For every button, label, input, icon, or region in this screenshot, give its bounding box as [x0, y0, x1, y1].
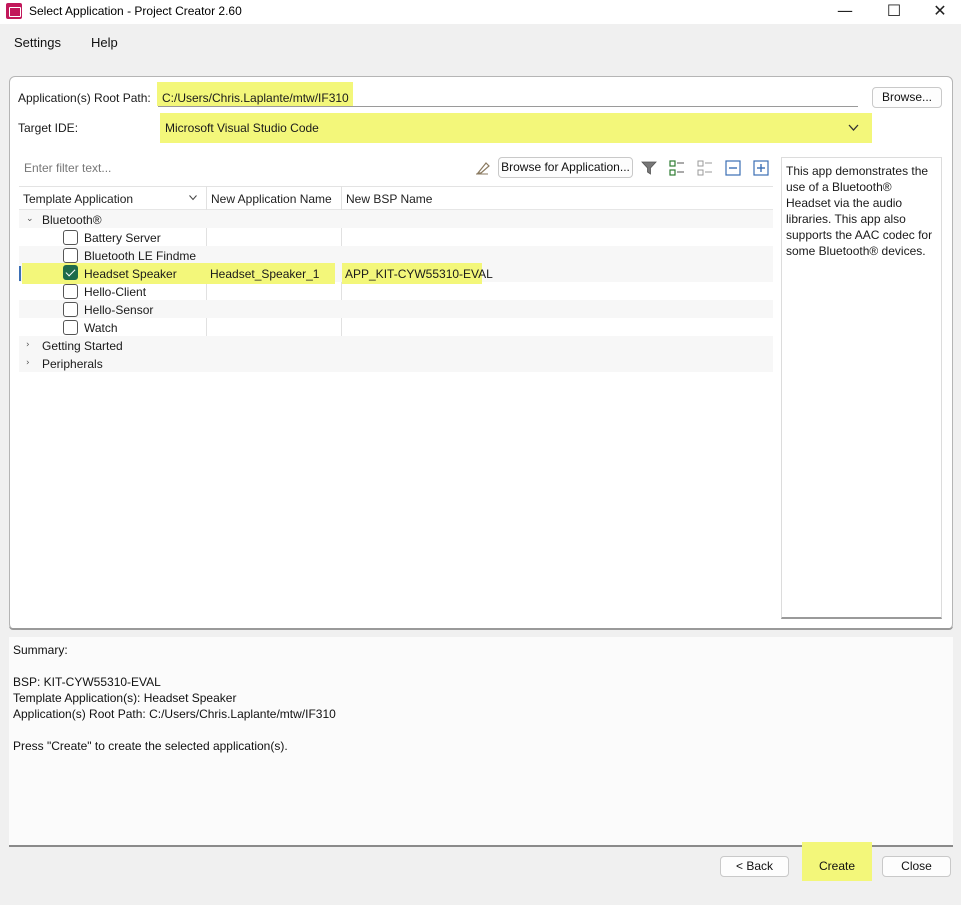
menu-help[interactable]: Help: [91, 35, 118, 50]
minimize-icon[interactable]: —: [822, 0, 868, 24]
row-bg: [19, 336, 773, 354]
browse-button[interactable]: Browse...: [872, 87, 942, 108]
window-edge: [961, 0, 965, 905]
item-hello-sensor[interactable]: Hello-Sensor: [84, 303, 153, 317]
select-all-icon[interactable]: [667, 158, 687, 178]
checkbox-bluetooth-le-findme[interactable]: [63, 248, 78, 263]
close-button[interactable]: Close: [882, 856, 951, 877]
target-ide-label: Target IDE:: [18, 121, 79, 135]
row-bg: [19, 354, 773, 372]
item-bluetooth-le-findme[interactable]: Bluetooth LE Findme: [84, 249, 196, 263]
root-path-underline: [158, 106, 858, 107]
window-title: Select Application - Project Creator 2.6…: [29, 4, 242, 18]
deselect-all-icon[interactable]: [695, 158, 715, 178]
summary-hint: Press "Create" to create the selected ap…: [13, 739, 288, 753]
header-template-application[interactable]: Template Application: [23, 192, 133, 206]
target-ide-select[interactable]: Microsoft Visual Studio Code: [165, 121, 319, 135]
item-hello-client[interactable]: Hello-Client: [84, 285, 146, 299]
app-icon: [6, 3, 22, 19]
item-battery-server[interactable]: Battery Server: [84, 231, 161, 245]
header-new-application-name[interactable]: New Application Name: [211, 192, 332, 206]
checkbox-hello-client[interactable]: [63, 284, 78, 299]
checkbox-battery-server[interactable]: [63, 230, 78, 245]
frame-bottom-border: [9, 626, 953, 630]
expand-all-icon[interactable]: [751, 158, 771, 178]
filter-icon[interactable]: [639, 158, 659, 178]
back-button[interactable]: < Back: [720, 856, 789, 877]
new-app-name-cell[interactable]: Headset_Speaker_1: [210, 267, 319, 281]
group-peripherals[interactable]: Peripherals: [42, 357, 103, 371]
create-button[interactable]: Create: [804, 856, 870, 877]
description-panel: This app demonstrates the use of a Bluet…: [781, 157, 942, 619]
menu-settings[interactable]: Settings: [14, 35, 61, 50]
group-bluetooth[interactable]: Bluetooth®: [42, 213, 102, 227]
title-bar: Select Application - Project Creator 2.6…: [0, 0, 965, 24]
selection-marker: [19, 266, 21, 281]
summary-template: Template Application(s): Headset Speaker: [13, 691, 237, 705]
filter-input[interactable]: [24, 160, 464, 176]
collapsed-chevron-icon[interactable]: ›: [26, 358, 30, 368]
root-path-input[interactable]: C:/Users/Chris.Laplante/mtw/IF310: [162, 91, 349, 105]
maximize-icon[interactable]: ☐: [871, 0, 917, 24]
checkbox-headset-speaker[interactable]: [63, 265, 78, 280]
checkbox-hello-sensor[interactable]: [63, 302, 78, 317]
menu-bar: Settings Help: [0, 28, 965, 56]
row-bg: [19, 210, 773, 228]
group-getting-started[interactable]: Getting Started: [42, 339, 123, 353]
item-headset-speaker[interactable]: Headset Speaker: [84, 267, 177, 281]
summary-heading: Summary:: [13, 643, 68, 657]
sort-chevron-icon[interactable]: [189, 195, 197, 201]
summary-bsp: BSP: KIT-CYW55310-EVAL: [13, 675, 161, 689]
collapse-all-icon[interactable]: [723, 158, 743, 178]
close-icon[interactable]: ✕: [917, 0, 963, 24]
collapsed-chevron-icon[interactable]: ›: [26, 340, 30, 350]
checkbox-watch[interactable]: [63, 320, 78, 335]
header-new-bsp-name[interactable]: New BSP Name: [346, 192, 432, 206]
chevron-down-icon[interactable]: [848, 124, 859, 132]
browse-for-application-button[interactable]: Browse for Application...: [498, 157, 633, 178]
root-path-label: Application(s) Root Path:: [18, 91, 151, 105]
eraser-icon[interactable]: [472, 158, 492, 178]
new-bsp-name-cell[interactable]: APP_KIT-CYW55310-EVAL: [345, 267, 493, 281]
expand-chevron-icon[interactable]: ⌄: [26, 214, 34, 224]
item-watch[interactable]: Watch: [84, 321, 118, 335]
summary-root-path: Application(s) Root Path: C:/Users/Chris…: [13, 707, 336, 721]
